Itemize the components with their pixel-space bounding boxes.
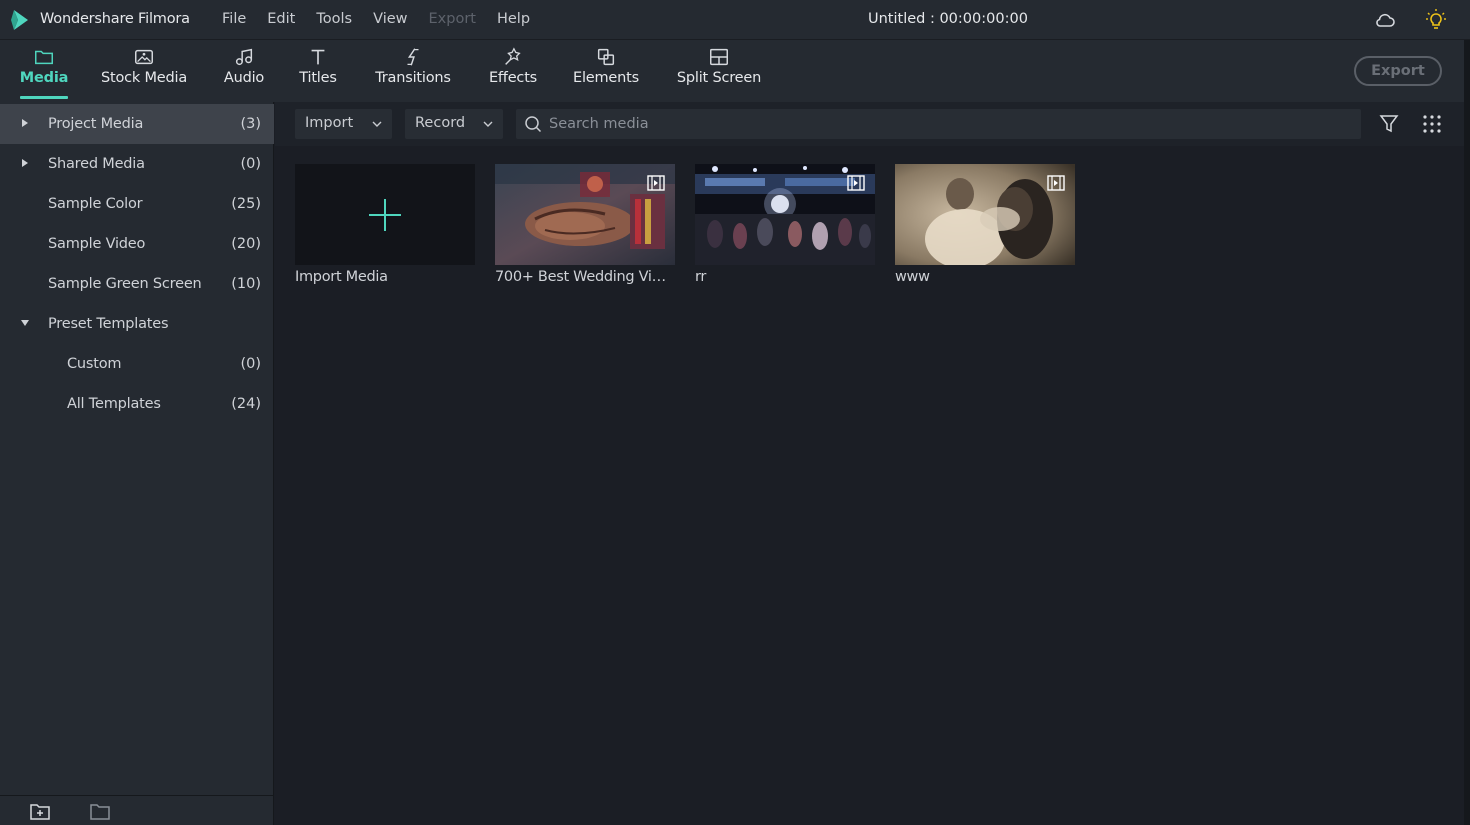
app-name: Wondershare Filmora (40, 11, 190, 27)
import-media-thumbnail[interactable] (295, 164, 475, 265)
import-media-card[interactable]: Import Media (295, 164, 475, 285)
video-film-icon (847, 175, 865, 191)
video-film-icon (647, 175, 665, 191)
media-toolbar: Import Record (275, 102, 1470, 146)
video-thumbnail[interactable] (895, 164, 1075, 265)
elements-layers-icon (597, 48, 615, 66)
chevron-down-icon (483, 121, 493, 127)
folder-icon (35, 50, 53, 65)
grid-view-icon[interactable] (1421, 113, 1443, 135)
sidebar-item-custom[interactable]: Custom (0) (0, 344, 274, 384)
media-card[interactable]: www (895, 164, 1075, 285)
lightbulb-icon[interactable] (1424, 8, 1448, 32)
search-input[interactable] (549, 114, 1339, 134)
search-box (516, 109, 1361, 139)
sidebar-item-sample-color[interactable]: Sample Color (25) (0, 184, 274, 224)
menu-view[interactable]: View (373, 11, 407, 27)
transition-icon (407, 48, 419, 66)
media-title: 700+ Best Wedding Vide... (495, 269, 675, 285)
music-note-icon (235, 48, 253, 66)
export-button[interactable]: Export (1354, 56, 1442, 86)
tab-stock-media[interactable]: Stock Media (100, 40, 188, 102)
video-thumbnail[interactable] (495, 164, 675, 265)
filmora-logo-icon (11, 10, 28, 30)
video-thumbnail[interactable] (695, 164, 875, 265)
tab-split-screen[interactable]: Split Screen (675, 40, 763, 102)
sidebar-footer (0, 795, 274, 825)
menu-export[interactable]: Export (429, 11, 476, 27)
expand-arrow-right-icon[interactable] (20, 158, 30, 168)
sidebar-item-project-media[interactable]: Project Media (3) (0, 104, 274, 144)
tab-elements[interactable]: Elements (572, 40, 640, 102)
tab-media[interactable]: Media (14, 40, 74, 102)
menu-file[interactable]: File (222, 11, 246, 27)
document-title: Untitled : 00:00:00:00 (868, 11, 1028, 27)
tab-titles[interactable]: Titles (293, 40, 343, 102)
tab-effects[interactable]: Effects (485, 40, 541, 102)
text-t-icon (311, 49, 325, 65)
collapse-arrow-down-icon[interactable] (20, 318, 30, 328)
split-screen-icon (710, 48, 728, 66)
menu-tools[interactable]: Tools (316, 11, 352, 27)
stock-image-icon (135, 49, 153, 65)
window-right-edge (1464, 40, 1470, 825)
sidebar-item-shared-media[interactable]: Shared Media (0) (0, 144, 274, 184)
new-folder-icon[interactable] (29, 803, 51, 821)
cloud-icon[interactable] (1373, 8, 1397, 32)
tab-transitions[interactable]: Transitions (372, 40, 454, 102)
sidebar-item-all-templates[interactable]: All Templates (24) (0, 384, 274, 424)
folder-outline-icon[interactable] (89, 803, 111, 821)
media-title: rr (695, 269, 707, 285)
menu-help[interactable]: Help (497, 11, 530, 27)
media-title: www (895, 269, 930, 285)
tab-audio[interactable]: Audio (219, 40, 269, 102)
menu-bar: File Edit Tools View Export Help (222, 11, 551, 27)
record-dropdown[interactable]: Record (405, 109, 503, 139)
media-library-sidebar: Project Media (3) Shared Media (0) Sampl… (0, 102, 274, 825)
video-film-icon (1047, 175, 1065, 191)
media-card[interactable]: 700+ Best Wedding Vide... (495, 164, 675, 285)
plus-icon (369, 198, 401, 231)
sidebar-item-preset-templates[interactable]: Preset Templates (0, 304, 274, 344)
menu-edit[interactable]: Edit (267, 11, 295, 27)
media-title: Import Media (295, 269, 388, 285)
filter-funnel-icon[interactable] (1378, 113, 1400, 135)
import-dropdown[interactable]: Import (295, 109, 392, 139)
media-card[interactable]: rr (695, 164, 875, 285)
media-grid: Import Media 700+ Best Wedding Vide... r… (275, 146, 1470, 825)
active-tab-indicator (20, 96, 68, 99)
sidebar-item-sample-green-screen[interactable]: Sample Green Screen (10) (0, 264, 274, 304)
chevron-down-icon (372, 121, 382, 127)
effects-sparkle-icon (505, 47, 521, 65)
expand-arrow-right-icon[interactable] (20, 118, 30, 128)
search-icon (525, 116, 542, 133)
module-tab-bar: Media Stock Media Audio Titles Transitio… (0, 40, 1470, 102)
sidebar-item-sample-video[interactable]: Sample Video (20) (0, 224, 274, 264)
title-bar: Wondershare Filmora File Edit Tools View… (0, 0, 1470, 40)
